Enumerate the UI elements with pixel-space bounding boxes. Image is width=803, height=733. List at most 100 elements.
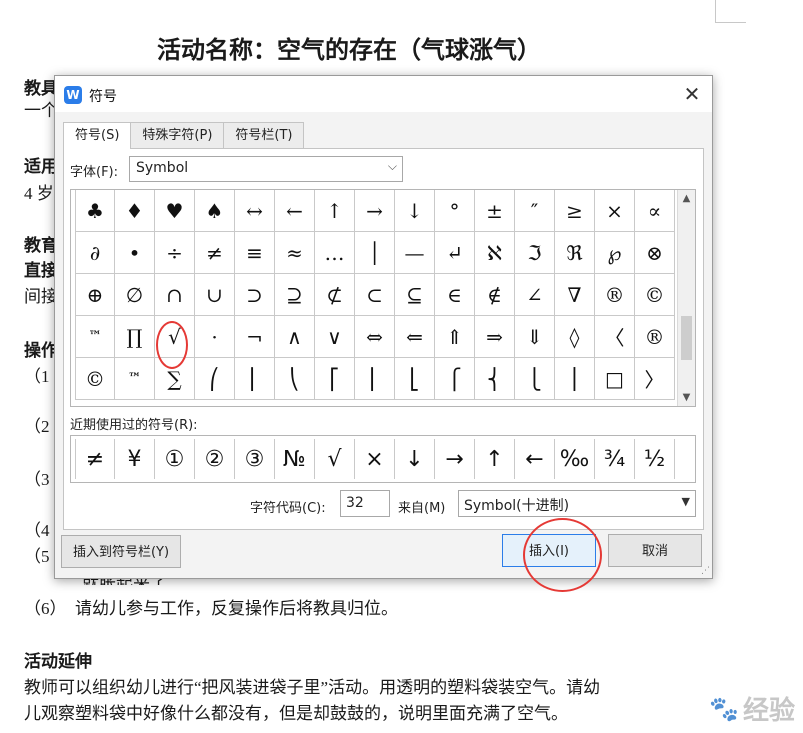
tab-special-chars[interactable]: 特殊字符(P)	[130, 122, 225, 148]
recent-symbol-cell[interactable]: ¾	[595, 439, 635, 479]
scrollbar-thumb[interactable]	[681, 316, 692, 360]
symbol-cell[interactable]: ⎛	[195, 358, 235, 399]
recent-symbol-cell[interactable]: ½	[635, 439, 675, 479]
symbol-cell[interactable]: │	[355, 232, 395, 273]
symbol-cell[interactable]: ∪	[195, 274, 235, 315]
symbol-cell[interactable]: ⇓	[515, 316, 555, 357]
symbol-cell[interactable]: ®	[595, 274, 635, 315]
symbol-cell[interactable]: ⎪	[555, 358, 595, 399]
recent-symbol-cell[interactable]: →	[435, 439, 475, 479]
recent-symbol-cell[interactable]: ←	[515, 439, 555, 479]
symbol-cell[interactable]: ∉	[475, 274, 515, 315]
symbol-cell[interactable]: ♣	[75, 190, 115, 231]
symbol-cell[interactable]: ∩	[155, 274, 195, 315]
scroll-up-icon[interactable]: ▲	[678, 190, 695, 207]
cancel-button[interactable]: 取消	[608, 534, 702, 567]
symbol-cell[interactable]: 〉	[635, 358, 675, 399]
recent-symbol-cell[interactable]: ¥	[115, 439, 155, 479]
symbol-cell[interactable]: ⎢	[355, 358, 395, 399]
symbol-cell[interactable]: ♦	[115, 190, 155, 231]
symbol-cell[interactable]: ℘	[595, 232, 635, 273]
symbol-cell[interactable]: ℵ	[475, 232, 515, 273]
symbol-cell[interactable]: ©	[635, 274, 675, 315]
recent-symbol-cell[interactable]: ↑	[475, 439, 515, 479]
symbol-cell[interactable]: ÷	[155, 232, 195, 273]
symbol-cell[interactable]: ¬	[235, 316, 275, 357]
recent-symbol-cell[interactable]: ×	[355, 439, 395, 479]
symbol-cell[interactable]: ∝	[635, 190, 675, 231]
symbol-cell[interactable]: √	[155, 316, 195, 357]
symbol-cell[interactable]: ™	[115, 358, 155, 399]
symbol-cell[interactable]: °	[435, 190, 475, 231]
symbol-cell[interactable]: ⊆	[395, 274, 435, 315]
symbol-cell[interactable]: ℜ	[555, 232, 595, 273]
symbol-cell[interactable]: ↑	[315, 190, 355, 231]
symbol-cell[interactable]: ∇	[555, 274, 595, 315]
symbol-cell[interactable]: ⎡	[315, 358, 355, 399]
recent-symbol-cell[interactable]: ‰	[555, 439, 595, 479]
symbol-cell[interactable]: ∅	[115, 274, 155, 315]
symbol-cell[interactable]: ∂	[75, 232, 115, 273]
symbol-cell[interactable]: ♠	[195, 190, 235, 231]
symbol-cell[interactable]: ⎝	[275, 358, 315, 399]
tab-symbol-bar[interactable]: 符号栏(T)	[223, 122, 305, 148]
char-code-input[interactable]: 32	[340, 490, 390, 517]
symbol-cell[interactable]: ◊	[555, 316, 595, 357]
symbol-cell[interactable]: ⊕	[75, 274, 115, 315]
insert-button[interactable]: 插入(I)	[502, 534, 596, 567]
symbol-cell[interactable]: ∨	[315, 316, 355, 357]
symbol-cell[interactable]: ⊗	[635, 232, 675, 273]
symbol-cell[interactable]: ∑	[155, 358, 195, 399]
symbol-cell[interactable]: …	[315, 232, 355, 273]
symbol-cell[interactable]: ↓	[395, 190, 435, 231]
symbol-cell[interactable]: ⊇	[275, 274, 315, 315]
close-icon[interactable]: ✕	[678, 80, 706, 108]
recent-symbol-cell[interactable]: ≠	[75, 439, 115, 479]
symbol-cell[interactable]: ≥	[555, 190, 595, 231]
symbol-cell[interactable]: —	[395, 232, 435, 273]
symbol-cell[interactable]: ⊃	[235, 274, 275, 315]
scroll-down-icon[interactable]: ▼	[678, 389, 695, 406]
recent-symbol-cell[interactable]: ③	[235, 439, 275, 479]
symbol-cell[interactable]: ∏	[115, 316, 155, 357]
dialog-titlebar[interactable]: W 符号 ✕	[55, 76, 712, 112]
symbol-cell[interactable]: →	[355, 190, 395, 231]
symbol-cell[interactable]: ⎧	[435, 358, 475, 399]
symbol-cell[interactable]: 〈	[595, 316, 635, 357]
recent-symbol-cell[interactable]: ①	[155, 439, 195, 479]
symbol-cell[interactable]: •	[115, 232, 155, 273]
symbol-cell[interactable]: □	[595, 358, 635, 399]
symbol-cell[interactable]: ≡	[235, 232, 275, 273]
symbol-cell[interactable]: ™	[75, 316, 115, 357]
symbol-cell[interactable]: ©	[75, 358, 115, 399]
recent-symbol-cell[interactable]: ②	[195, 439, 235, 479]
symbol-cell[interactable]: ⊄	[315, 274, 355, 315]
recent-symbol-cell[interactable]: √	[315, 439, 355, 479]
symbol-cell[interactable]: ⎜	[235, 358, 275, 399]
symbol-cell[interactable]: ⇒	[475, 316, 515, 357]
vertical-scrollbar[interactable]: ▲ ▼	[677, 190, 695, 406]
recent-symbol-cell[interactable]: ↓	[395, 439, 435, 479]
symbol-cell[interactable]: ®	[635, 316, 675, 357]
tab-symbols[interactable]: 符号(S)	[63, 122, 132, 149]
symbol-cell[interactable]: ∧	[275, 316, 315, 357]
from-select[interactable]: Symbol(十进制) ▼	[458, 490, 696, 517]
symbol-cell[interactable]: ↔	[235, 190, 275, 231]
symbol-cell[interactable]: ℑ	[515, 232, 555, 273]
symbol-cell[interactable]: ⎨	[475, 358, 515, 399]
symbol-cell[interactable]: ≈	[275, 232, 315, 273]
resize-grip-icon[interactable]: ⋰	[701, 566, 710, 576]
symbol-cell[interactable]: ·	[195, 316, 235, 357]
recent-symbol-cell[interactable]: №	[275, 439, 315, 479]
symbol-cell[interactable]: ⊂	[355, 274, 395, 315]
symbol-cell[interactable]: ←	[275, 190, 315, 231]
symbol-cell[interactable]: ±	[475, 190, 515, 231]
insert-to-symbol-bar-button[interactable]: 插入到符号栏(Y)	[61, 535, 181, 568]
symbol-cell[interactable]: ⇑	[435, 316, 475, 357]
symbol-cell[interactable]: ∠	[515, 274, 555, 315]
symbol-cell[interactable]: ×	[595, 190, 635, 231]
symbol-cell[interactable]: ⎣	[395, 358, 435, 399]
symbol-cell[interactable]: ⎩	[515, 358, 555, 399]
symbol-cell[interactable]: ≠	[195, 232, 235, 273]
symbol-cell[interactable]: ⇐	[395, 316, 435, 357]
